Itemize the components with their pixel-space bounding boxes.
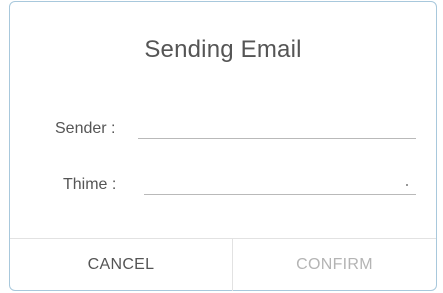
sender-input[interactable] <box>138 118 416 139</box>
cancel-button[interactable]: CANCEL <box>10 239 232 291</box>
time-row: Thime : <box>10 174 436 198</box>
sender-row: Sender : <box>10 118 436 142</box>
confirm-button[interactable]: CONFIRM <box>233 239 436 291</box>
dialog-title: Sending Email <box>144 36 302 63</box>
time-input[interactable] <box>144 174 416 195</box>
time-label: Thime : <box>63 176 117 193</box>
sender-label: Sender : <box>55 120 116 137</box>
send-email-dialog: Sending Email Sender : Thime : CANCEL CO… <box>9 1 437 291</box>
time-input-marker <box>406 184 408 186</box>
